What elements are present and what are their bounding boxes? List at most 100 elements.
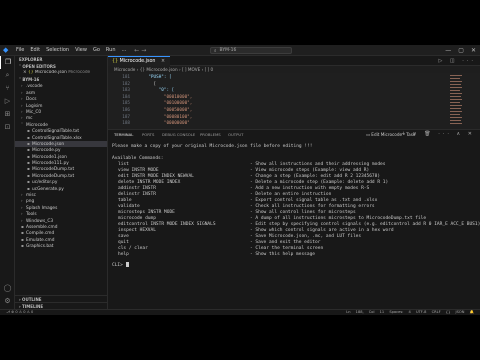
command-name: quit <box>118 240 129 245</box>
source-control-icon[interactable]: ⑂ <box>0 82 15 95</box>
tree-item-label: MicrocodeDump.txt <box>32 173 75 179</box>
tab-close-icon[interactable]: × <box>161 59 165 64</box>
open-editors-label: OPEN EDITORS <box>22 64 56 69</box>
tree-item-label: Assemble.cmd <box>26 224 58 230</box>
open-editors-section[interactable]: ˅ OPEN EDITORS <box>15 63 107 70</box>
command-name: table <box>118 198 132 203</box>
workspace-root[interactable]: ˅ BYM-16 <box>15 76 107 83</box>
status-left[interactable]: ⎇ ⊗ 0 ⚠ 0 ⚠ 0 <box>6 310 33 315</box>
status-bar: ⎇ ⊗ 0 ⚠ 0 ⚠ 0 Ln 188, Col 11 Spaces: 4 U… <box>0 309 480 315</box>
command-description: - Export control signal table as .txt an… <box>250 198 378 203</box>
code-line: "0": [ <box>138 88 175 94</box>
code-line: [ <box>138 81 157 87</box>
command-description: - Clear the terminal screen <box>250 246 324 251</box>
tree-item-label: Microcode.json <box>32 141 65 147</box>
command-name: addinstr INSTR <box>118 186 156 191</box>
tree-item-label: Microcode111.py <box>32 161 69 167</box>
line-number: 182 <box>122 81 130 87</box>
line-number: 183 <box>122 88 130 94</box>
remote-icon[interactable]: ⊡ <box>0 121 15 134</box>
nav-back-forward-icon[interactable]: ← → <box>134 47 146 54</box>
terminal-prompt: CLI> <box>112 262 129 268</box>
line-number: 188 <box>122 121 130 127</box>
command-description: - Show which control signals are active … <box>250 228 394 233</box>
command-description: - Change a step (Example: edit add R 2 1… <box>250 174 381 179</box>
search-icon: ⌕ <box>214 48 217 54</box>
command-name: delete INSTR MODE INDEX <box>118 180 181 185</box>
tree-item-label: .vscode <box>26 84 43 90</box>
tree-item-label: Emulate.cmd <box>26 237 55 243</box>
command-name: inspect HEXVAL <box>118 228 156 233</box>
command-name: save <box>118 234 129 239</box>
vscode-logo-icon: ◆ <box>3 46 9 54</box>
command-name: validate <box>118 204 140 209</box>
tree-item-label: mc <box>26 116 33 122</box>
terminal[interactable]: Please make a copy of your original Micr… <box>108 138 480 309</box>
command-description: - Delete a microcode step (Example: dele… <box>250 180 389 185</box>
search-icon[interactable]: ⌕ <box>0 69 15 82</box>
menu-go[interactable]: Go <box>93 47 100 53</box>
activity-bar: ❐ ⌕ ⑂ ▷ ⊞ ⊡ ◯ ⚙ <box>0 56 15 309</box>
tab-microcode-json[interactable]: {} Microcode.json × <box>108 56 170 66</box>
command-description: - View microcode steps (Example: view ad… <box>250 168 370 173</box>
tree-item[interactable]: ▪ Graphics.bat <box>15 243 107 249</box>
explorer-sidebar: EXPLORER ˅ OPEN EDITORS × {} Microcode.j… <box>15 56 108 309</box>
code-line: "00080100", <box>138 114 193 120</box>
panel-tabs: TERMINAL PORTS DEBUG CONSOLE PROBLEMS OU… <box>108 129 480 140</box>
terminal-cursor <box>125 262 129 267</box>
outline-section[interactable]: › OUTLINE <box>15 295 107 302</box>
command-name: microcode dump <box>118 216 156 221</box>
breadcrumb[interactable]: Microcode › {} Microcode.json › [ ] MOVE… <box>108 66 480 73</box>
prompt-label: CLI> <box>112 263 123 268</box>
menu-bar: File Edit Selection View Go Run ... <box>16 47 126 53</box>
status-right[interactable]: Ln 188, Col 11 Spaces: 4 UTF-8 CRLF {} J… <box>346 310 474 315</box>
code-line: "00010000", <box>138 94 193 100</box>
title-bar: ◆ File Edit Selection View Go Run ... ← … <box>0 45 480 56</box>
search-label: BYM-16 <box>219 48 237 53</box>
explorer-header: EXPLORER <box>19 57 43 62</box>
command-center-search[interactable]: ⌕ BYM-16 <box>210 47 292 54</box>
command-name: view INSTR MODE <box>118 168 159 173</box>
menu-run[interactable]: Run <box>106 47 116 53</box>
extensions-icon[interactable]: ⊞ <box>0 108 15 121</box>
tree-item-label: Compile.cmd <box>26 231 55 237</box>
menu-file[interactable]: File <box>16 47 24 53</box>
command-description: - Save and exit the editor <box>250 240 321 245</box>
maximize-icon[interactable]: ▢ <box>458 45 464 56</box>
tree-item-label: Docs <box>26 97 37 103</box>
tab-label: Microcode.json <box>119 59 156 64</box>
minimize-icon[interactable]: — <box>445 45 451 56</box>
command-description: - Show all control lines for microsteps <box>250 210 356 215</box>
line-number: 186 <box>122 108 130 113</box>
tree-item-label: png <box>26 199 35 205</box>
command-name: list <box>118 162 129 167</box>
menu-more[interactable]: ... <box>122 47 127 53</box>
timeline-section[interactable]: › TIMELINE <box>15 302 107 309</box>
code-editor[interactable]: 181 "PUSH": [182 [183 "0": [184 "0001000… <box>108 73 480 129</box>
menu-selection[interactable]: Selection <box>46 47 69 53</box>
workspace-root-label: BYM-16 <box>22 77 40 83</box>
gear-icon[interactable]: ⚙ <box>0 295 15 308</box>
tree-item-label: Mic_C0 <box>26 109 42 115</box>
line-number: 184 <box>122 94 130 100</box>
tree-item-label: Tools <box>26 212 37 218</box>
editor-actions[interactable]: ▷ ◫ ··· <box>438 56 476 66</box>
tree-item-label: Microcode.py <box>32 148 61 154</box>
tree-item-label: Microcode <box>26 122 48 128</box>
command-name: delinstr INSTR <box>118 192 156 197</box>
code-line: "00000000" <box>138 121 190 127</box>
account-icon[interactable]: ◯ <box>0 282 15 295</box>
command-description: - Save Microcode.json, .mc, and LUT file… <box>250 234 362 239</box>
close-icon[interactable]: ✕ <box>471 45 476 56</box>
command-description: - Delete an entire instruction <box>250 192 332 197</box>
minimap[interactable] <box>446 73 472 129</box>
file-tree: › .vscode › asm › Docs › Logisim › Mic_C0 › mc ˅ Micr… <box>15 83 107 249</box>
tree-item-label: Windows_C3 <box>26 218 54 224</box>
tree-item-label: Microcode1.json <box>32 154 67 160</box>
run-debug-icon[interactable]: ▷ <box>0 95 15 108</box>
menu-edit[interactable]: Edit <box>30 47 40 53</box>
tree-item-label: ucGenerate.py <box>32 186 64 192</box>
menu-view[interactable]: View <box>75 47 87 53</box>
tree-item-label: Graphics.bat <box>26 244 54 250</box>
files-icon[interactable]: ❐ <box>0 56 15 69</box>
